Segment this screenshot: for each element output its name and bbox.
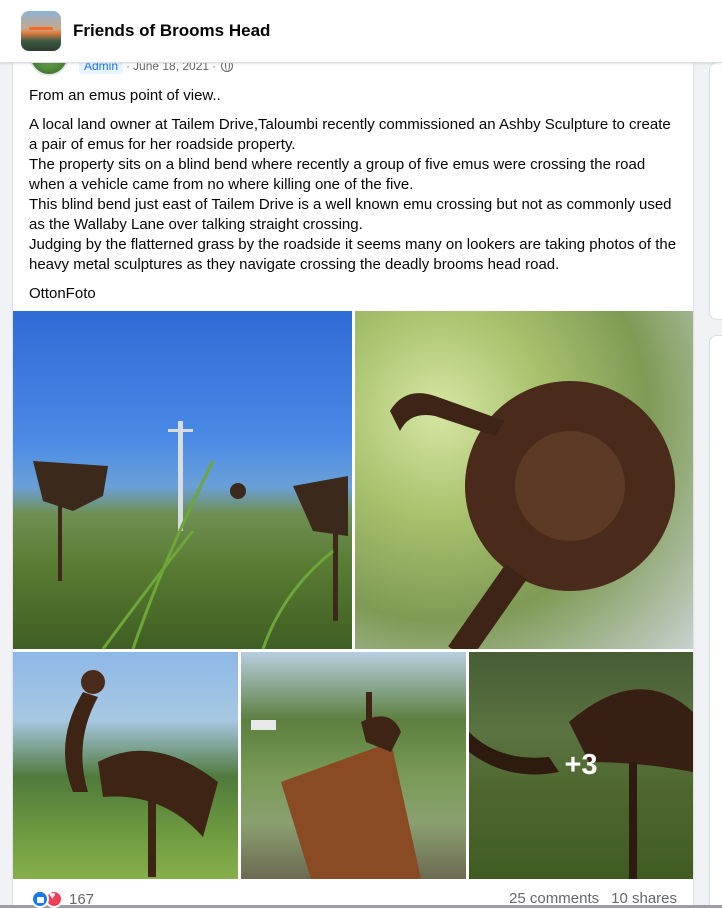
post-line: The property sits on a blind bend where … xyxy=(29,156,646,193)
group-avatar-icon[interactable] xyxy=(21,11,61,51)
post-line: This blind bend just east of Tailem Driv… xyxy=(29,196,672,233)
photo-3[interactable] xyxy=(13,652,238,879)
like-reaction-icon xyxy=(31,890,49,908)
post-paragraph: A local land owner at Tailem Drive,Talou… xyxy=(29,115,679,275)
photo-2[interactable] xyxy=(355,311,693,649)
post-line: A local land owner at Tailem Drive,Talou… xyxy=(29,116,671,153)
post-card: Admin · June 18, 2021 · From an emus poi… xyxy=(13,48,693,908)
group-name[interactable]: Friends of Brooms Head xyxy=(73,21,270,41)
photo-grid: +3 xyxy=(13,311,693,879)
post-line: Judging by the flatterned grass by the r… xyxy=(29,236,677,273)
photo-4[interactable] xyxy=(241,652,466,879)
photo-5[interactable]: +3 xyxy=(469,652,693,879)
sidebar-card xyxy=(709,62,722,320)
more-photos-overlay[interactable]: +3 xyxy=(469,652,693,879)
group-header-bar: Friends of Brooms Head xyxy=(0,0,722,63)
sidebar-card xyxy=(709,335,722,908)
post-body: From an emus point of view.. A local lan… xyxy=(29,86,679,313)
post-title-line: From an emus point of view.. xyxy=(29,87,221,104)
photo-1[interactable] xyxy=(13,311,352,649)
post-signature: OttonFoto xyxy=(29,285,96,302)
